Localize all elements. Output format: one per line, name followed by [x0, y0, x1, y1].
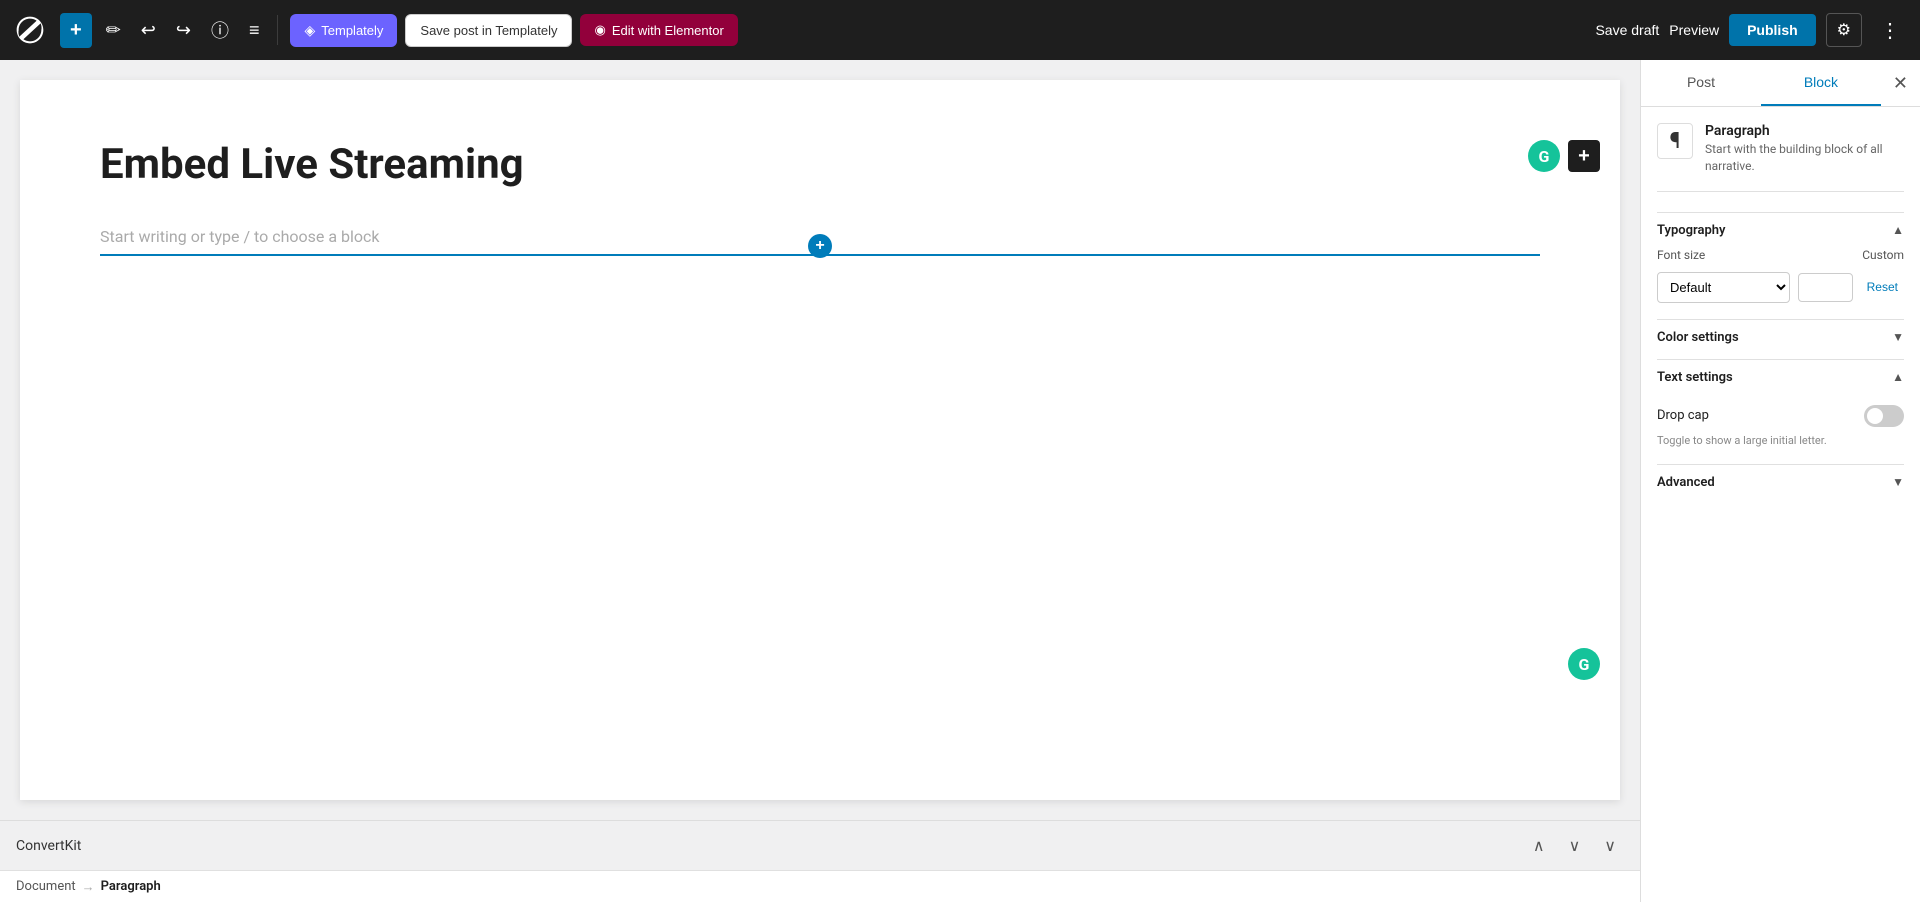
- right-panel: Post Block ✕ ¶ Paragraph Start with the …: [1640, 60, 1920, 902]
- text-settings-title: Text settings: [1657, 370, 1733, 385]
- add-block-inline-button[interactable]: +: [808, 234, 832, 258]
- editor-canvas[interactable]: G Embed Live Streaming + Start writing o…: [20, 80, 1620, 800]
- font-size-reset-button[interactable]: Reset: [1861, 276, 1904, 298]
- save-templately-label: Save post in Templately: [420, 23, 557, 38]
- text-settings-chevron: ▲: [1892, 370, 1904, 384]
- panel-close-button[interactable]: ✕: [1881, 65, 1920, 102]
- elementor-label: Edit with Elementor: [612, 23, 724, 38]
- close-icon: ✕: [1893, 73, 1908, 93]
- reset-label: Reset: [1867, 280, 1898, 294]
- text-settings-section-header[interactable]: Text settings ▲: [1657, 359, 1904, 395]
- convertkit-label: ConvertKit: [16, 838, 1517, 854]
- toolbar-divider: [277, 15, 278, 45]
- edit-elementor-button[interactable]: ◉ Edit with Elementor: [580, 14, 737, 46]
- save-post-templately-button[interactable]: Save post in Templately: [405, 14, 572, 47]
- drop-cap-hint: Toggle to show a large initial letter.: [1657, 433, 1904, 448]
- paragraph-icon: ¶: [1670, 129, 1681, 154]
- main-toolbar: + ✏ ↩ ↪ ⓘ ≡ ◈ Templately Save post in Te…: [0, 0, 1920, 60]
- advanced-section-header[interactable]: Advanced ▼: [1657, 464, 1904, 500]
- templately-button[interactable]: ◈ Templately: [290, 14, 397, 47]
- font-size-select[interactable]: DefaultSmallNormalMediumLargeExtra Large: [1657, 272, 1790, 303]
- color-settings-section-header[interactable]: Color settings ▼: [1657, 319, 1904, 355]
- undo-button[interactable]: ↩: [135, 14, 162, 47]
- drop-cap-row: Drop cap: [1657, 405, 1904, 427]
- custom-label: Custom: [1862, 248, 1904, 262]
- more-icon: ⋮: [1880, 20, 1900, 42]
- undo-icon: ↩: [141, 20, 156, 41]
- tab-block[interactable]: Block: [1761, 60, 1881, 106]
- advanced-chevron: ▼: [1892, 475, 1904, 489]
- grammarly-icon-bottom: G: [1568, 648, 1600, 680]
- wordpress-logo: [12, 12, 48, 48]
- tab-block-label: Block: [1804, 74, 1838, 90]
- drop-cap-toggle[interactable]: [1864, 405, 1904, 427]
- settings-button[interactable]: ⚙: [1826, 13, 1862, 47]
- breadcrumb-document[interactable]: Document: [16, 879, 76, 894]
- block-title: Paragraph: [1705, 123, 1904, 139]
- preview-button[interactable]: Preview: [1669, 22, 1719, 38]
- color-settings-title: Color settings: [1657, 330, 1739, 345]
- drop-cap-label: Drop cap: [1657, 408, 1709, 423]
- info-icon: ⓘ: [211, 17, 229, 43]
- typography-section-header[interactable]: Typography ▲: [1657, 212, 1904, 248]
- templately-icon: ◈: [304, 22, 315, 39]
- font-size-label: Font size: [1657, 248, 1862, 262]
- editor-area: G Embed Live Streaming + Start writing o…: [0, 60, 1640, 902]
- typography-title: Typography: [1657, 223, 1726, 238]
- list-view-button[interactable]: ≡: [243, 14, 266, 47]
- block-info: ¶ Paragraph Start with the building bloc…: [1657, 123, 1904, 192]
- grammarly-letter-bottom: G: [1579, 655, 1590, 674]
- main-layout: G Embed Live Streaming + Start writing o…: [0, 60, 1920, 902]
- block-description: Start with the building block of all nar…: [1705, 141, 1904, 175]
- breadcrumb-arrow: →: [82, 879, 95, 895]
- add-block-corner-button[interactable]: +: [1568, 140, 1600, 172]
- publish-button[interactable]: Publish: [1729, 14, 1816, 46]
- color-settings-chevron: ▼: [1892, 330, 1904, 344]
- block-inline-toolbar: +: [808, 234, 832, 258]
- save-draft-label: Save draft: [1595, 22, 1659, 38]
- tools-button[interactable]: ✏: [100, 14, 127, 47]
- info-button[interactable]: ⓘ: [205, 11, 235, 49]
- save-draft-button[interactable]: Save draft: [1595, 22, 1659, 38]
- panel-tabs: Post Block ✕: [1641, 60, 1920, 107]
- font-size-custom-input[interactable]: [1798, 273, 1853, 302]
- convertkit-bar: ConvertKit ∧ ∨ ∨: [0, 820, 1640, 870]
- block-details: Paragraph Start with the building block …: [1705, 123, 1904, 175]
- grammarly-letter: G: [1539, 147, 1550, 166]
- more-options-button[interactable]: ⋮: [1872, 14, 1908, 47]
- advanced-title: Advanced: [1657, 475, 1715, 490]
- toggle-slider: [1864, 405, 1904, 427]
- editor-content: G Embed Live Streaming + Start writing o…: [20, 80, 1620, 800]
- paragraph-block[interactable]: Start writing or type / to choose a bloc…: [100, 219, 1540, 256]
- convertkit-chevron-down-button[interactable]: ∨: [1561, 832, 1589, 860]
- grammarly-icon-top: G: [1528, 140, 1560, 172]
- status-bar: Document → Paragraph: [0, 870, 1640, 902]
- redo-button[interactable]: ↪: [170, 14, 197, 47]
- elementor-icon: ◉: [594, 22, 605, 38]
- post-title[interactable]: Embed Live Streaming: [100, 140, 1540, 189]
- tab-post-label: Post: [1687, 74, 1715, 90]
- breadcrumb-paragraph[interactable]: Paragraph: [101, 879, 161, 894]
- add-block-button[interactable]: +: [60, 13, 92, 48]
- publish-label: Publish: [1747, 22, 1798, 38]
- block-icon: ¶: [1657, 123, 1693, 159]
- redo-icon: ↪: [176, 20, 191, 41]
- convertkit-chevron-up-button[interactable]: ∧: [1525, 832, 1553, 860]
- tab-post[interactable]: Post: [1641, 60, 1761, 106]
- list-icon: ≡: [249, 20, 260, 41]
- tools-icon: ✏: [106, 20, 121, 41]
- settings-icon: ⚙: [1837, 22, 1851, 39]
- font-size-row: DefaultSmallNormalMediumLargeExtra Large…: [1657, 272, 1904, 303]
- breadcrumb: Document → Paragraph: [16, 879, 161, 895]
- convertkit-close-button[interactable]: ∨: [1596, 832, 1624, 860]
- templately-label: Templately: [321, 23, 383, 38]
- wp-logo-icon: [14, 14, 46, 46]
- toolbar-right: Save draft Preview Publish ⚙ ⋮: [1595, 13, 1908, 47]
- typography-content: Font size Custom DefaultSmallNormalMediu…: [1657, 248, 1904, 315]
- preview-label: Preview: [1669, 22, 1719, 38]
- panel-content: ¶ Paragraph Start with the building bloc…: [1641, 107, 1920, 902]
- text-settings-content: Drop cap Toggle to show a large initial …: [1657, 405, 1904, 460]
- typography-chevron: ▲: [1892, 223, 1904, 237]
